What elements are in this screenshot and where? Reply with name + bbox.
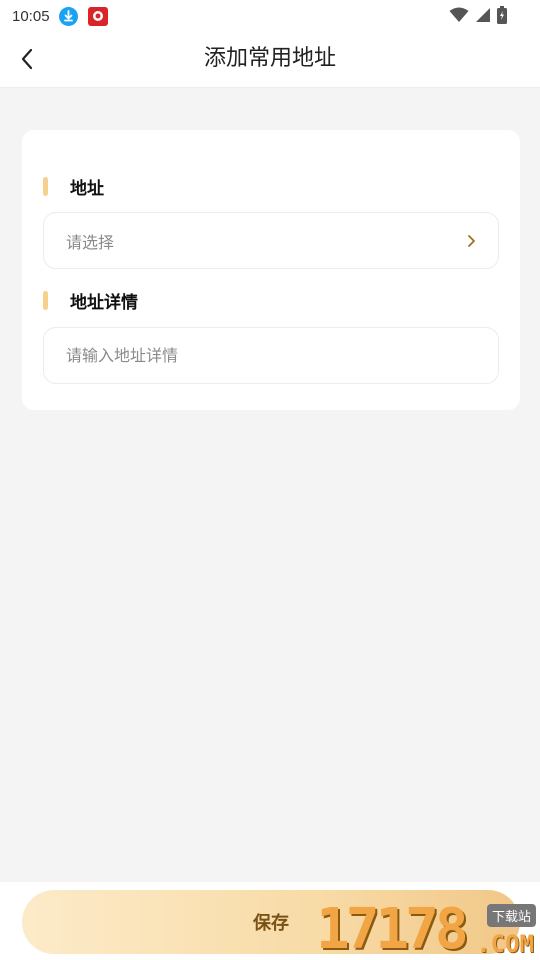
address-section-label: 地址 (43, 174, 104, 199)
accent-bar (43, 291, 48, 310)
address-select-placeholder: 请选择 (66, 232, 115, 252)
detail-section-label: 地址详情 (43, 288, 138, 313)
header: 添加常用地址 (0, 32, 540, 88)
address-detail-input[interactable] (66, 346, 498, 365)
status-icons (449, 6, 507, 24)
address-detail-field[interactable] (43, 327, 499, 384)
app-icon (87, 6, 108, 26)
download-icon (58, 6, 78, 26)
address-label: 地址 (70, 179, 104, 199)
chevron-right-icon (468, 235, 475, 247)
wifi-icon (449, 7, 469, 22)
signal-icon (476, 8, 490, 22)
address-select-field[interactable]: 请选择 (43, 212, 499, 269)
address-form-card: 地址 请选择 地址详情 (22, 130, 520, 410)
status-bar: 10:05 (0, 0, 540, 32)
accent-bar (43, 177, 48, 196)
address-detail-label: 地址详情 (70, 293, 138, 313)
battery-icon (497, 6, 507, 24)
save-label: 保存 (253, 913, 289, 934)
status-time: 10:05 (12, 7, 50, 25)
save-button[interactable]: 保存 (22, 890, 520, 954)
page-title: 添加常用地址 (203, 46, 336, 71)
